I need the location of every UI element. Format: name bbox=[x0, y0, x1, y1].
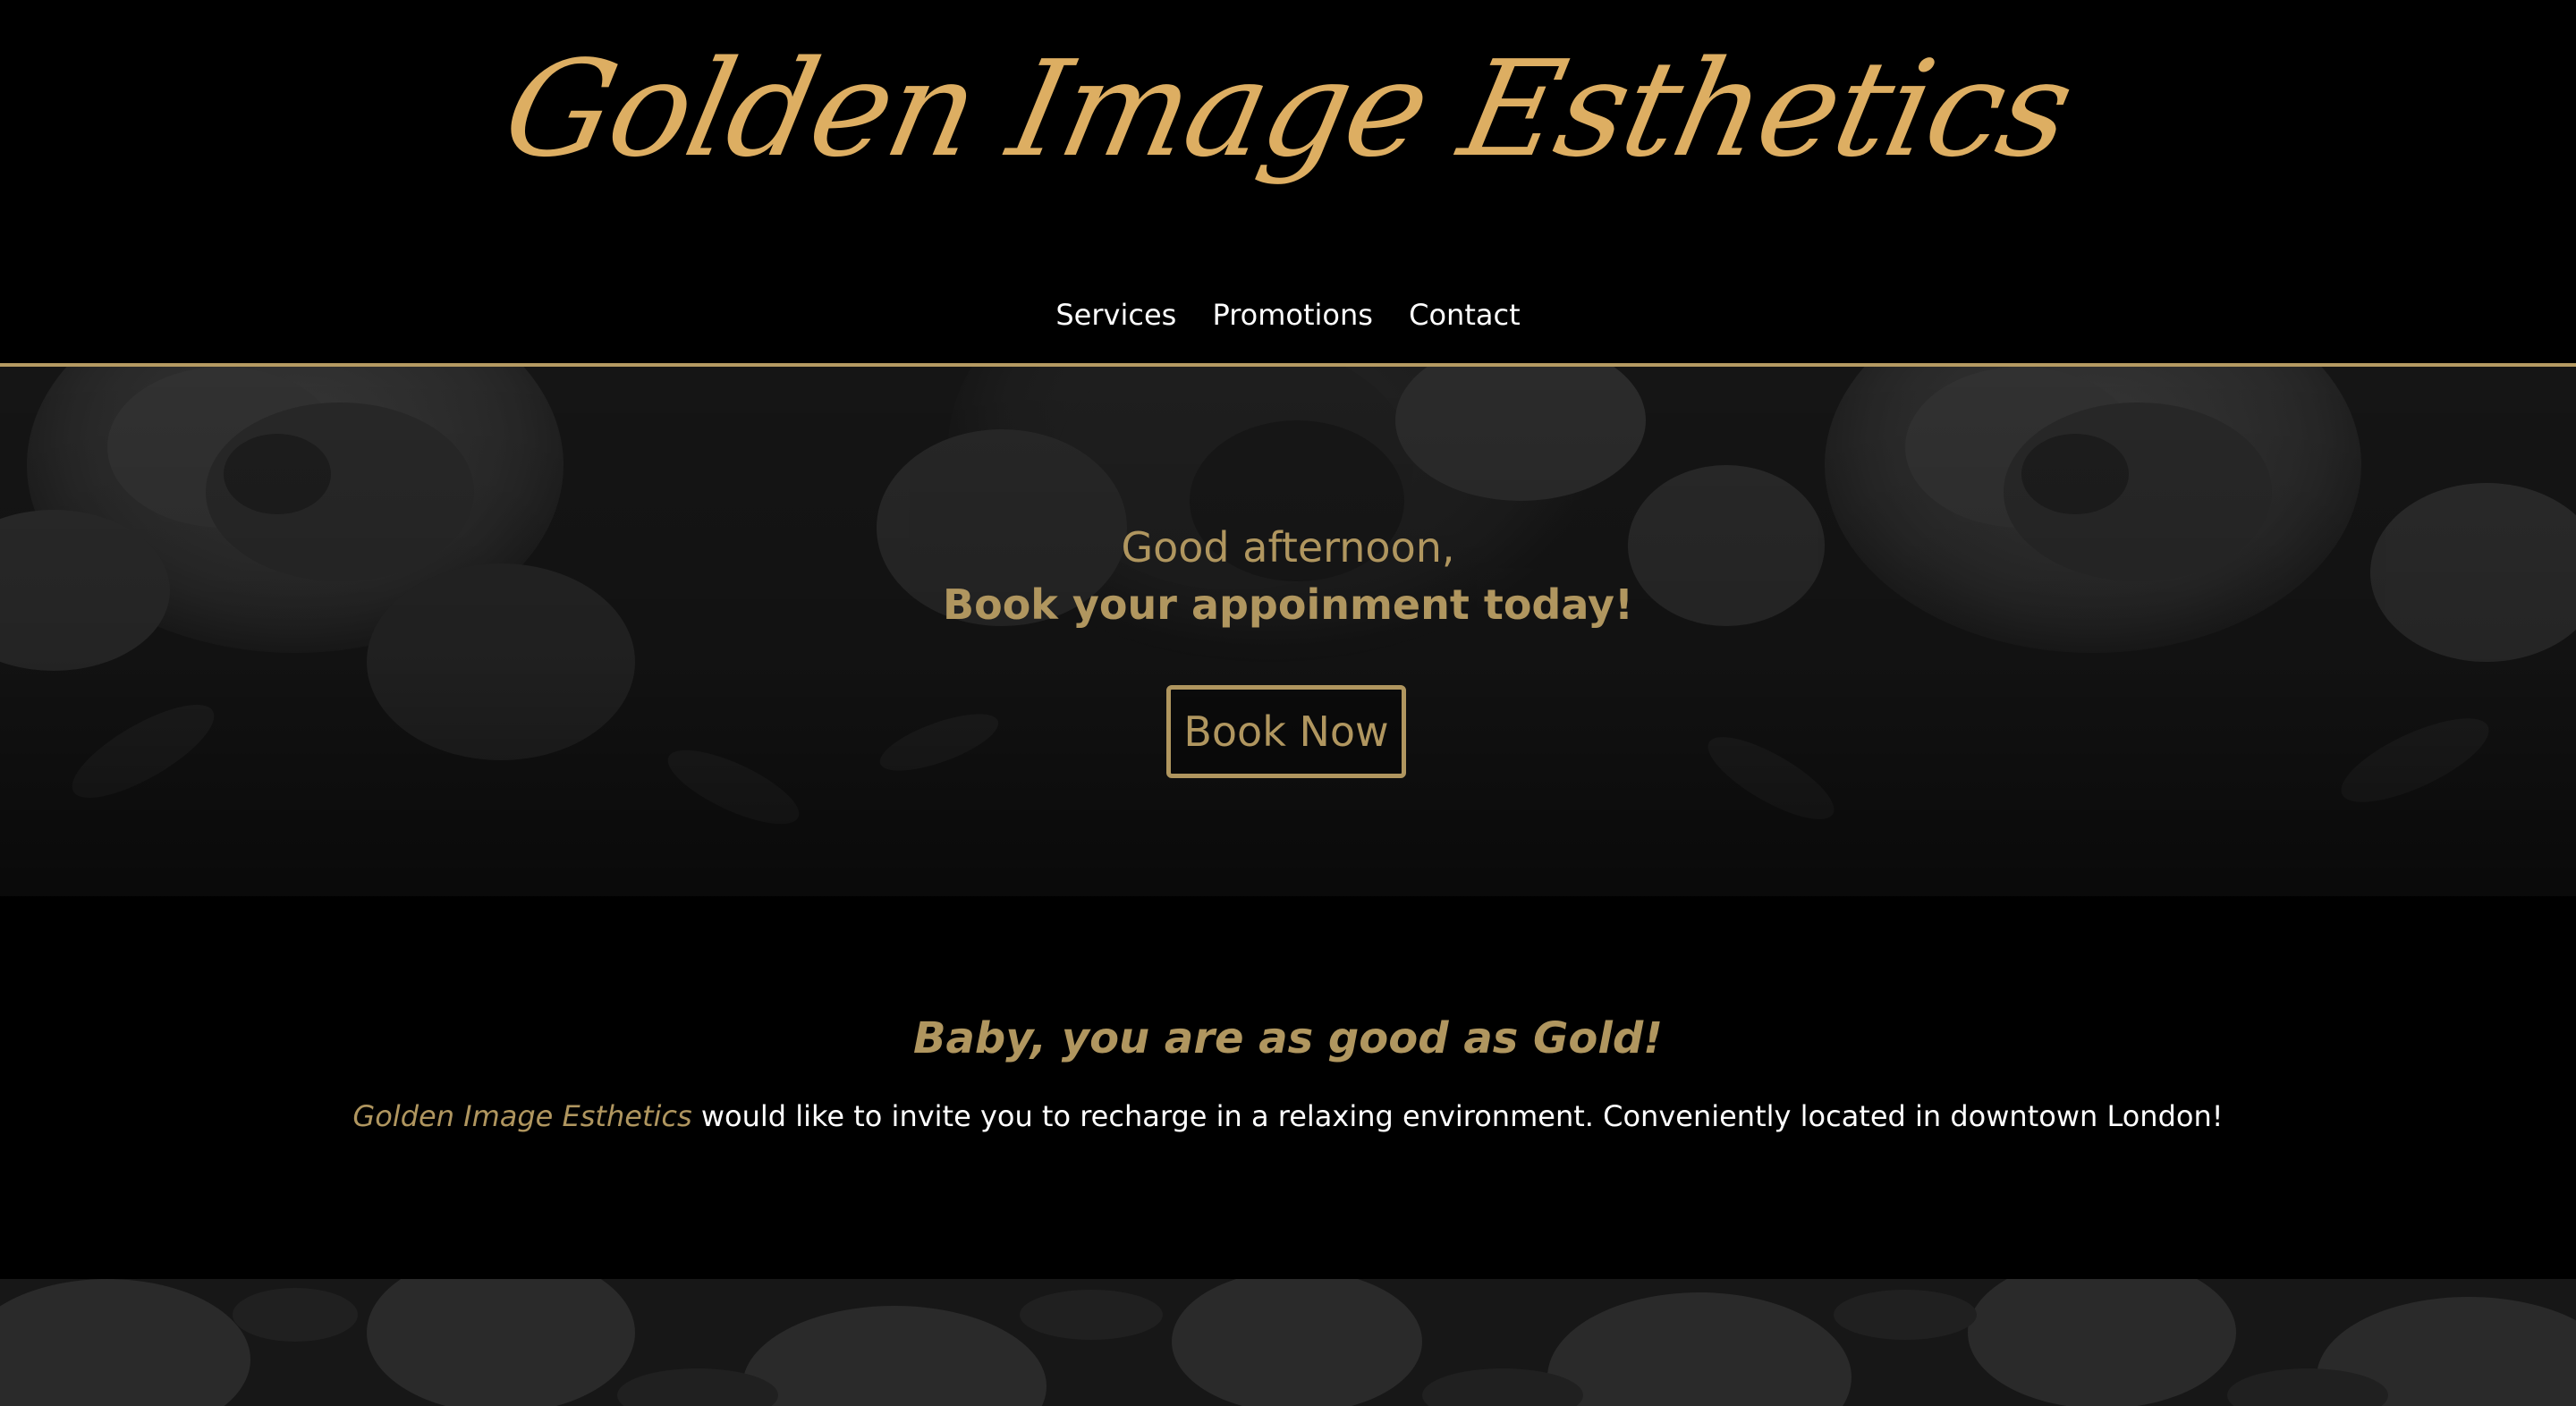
floral-footer-band bbox=[0, 1279, 2576, 1406]
brand-mention: Golden Image Esthetics bbox=[352, 1099, 692, 1133]
hero-headline: Book your appoinment today! bbox=[943, 580, 1633, 629]
intro-section: Baby, you are as good as Gold! Golden Im… bbox=[0, 896, 2576, 1279]
main-nav: Services Promotions Contact bbox=[0, 288, 2576, 342]
nav-item-contact[interactable]: Contact bbox=[1409, 298, 1521, 332]
hero-section: Good afternoon, Book your appoinment tod… bbox=[0, 367, 2576, 896]
greeting-text: Good afternoon, bbox=[1121, 523, 1455, 572]
intro-body: would like to invite you to recharge in … bbox=[691, 1099, 2224, 1133]
book-now-button[interactable]: Book Now bbox=[1166, 685, 1406, 778]
nav-item-promotions[interactable]: Promotions bbox=[1212, 298, 1372, 332]
floral-band-image bbox=[0, 1279, 2576, 1406]
hero-greeting: Good afternoon, Book your appoinment tod… bbox=[0, 519, 2576, 633]
site-logo[interactable]: Golden Image Esthetics bbox=[0, 20, 2576, 199]
nav-item-services[interactable]: Services bbox=[1055, 298, 1176, 332]
intro-text: Golden Image Esthetics would like to inv… bbox=[0, 1091, 2576, 1141]
site-header: Golden Image Esthetics Services Promotio… bbox=[0, 0, 2576, 367]
intro-tagline: Baby, you are as good as Gold! bbox=[912, 1013, 1664, 1063]
